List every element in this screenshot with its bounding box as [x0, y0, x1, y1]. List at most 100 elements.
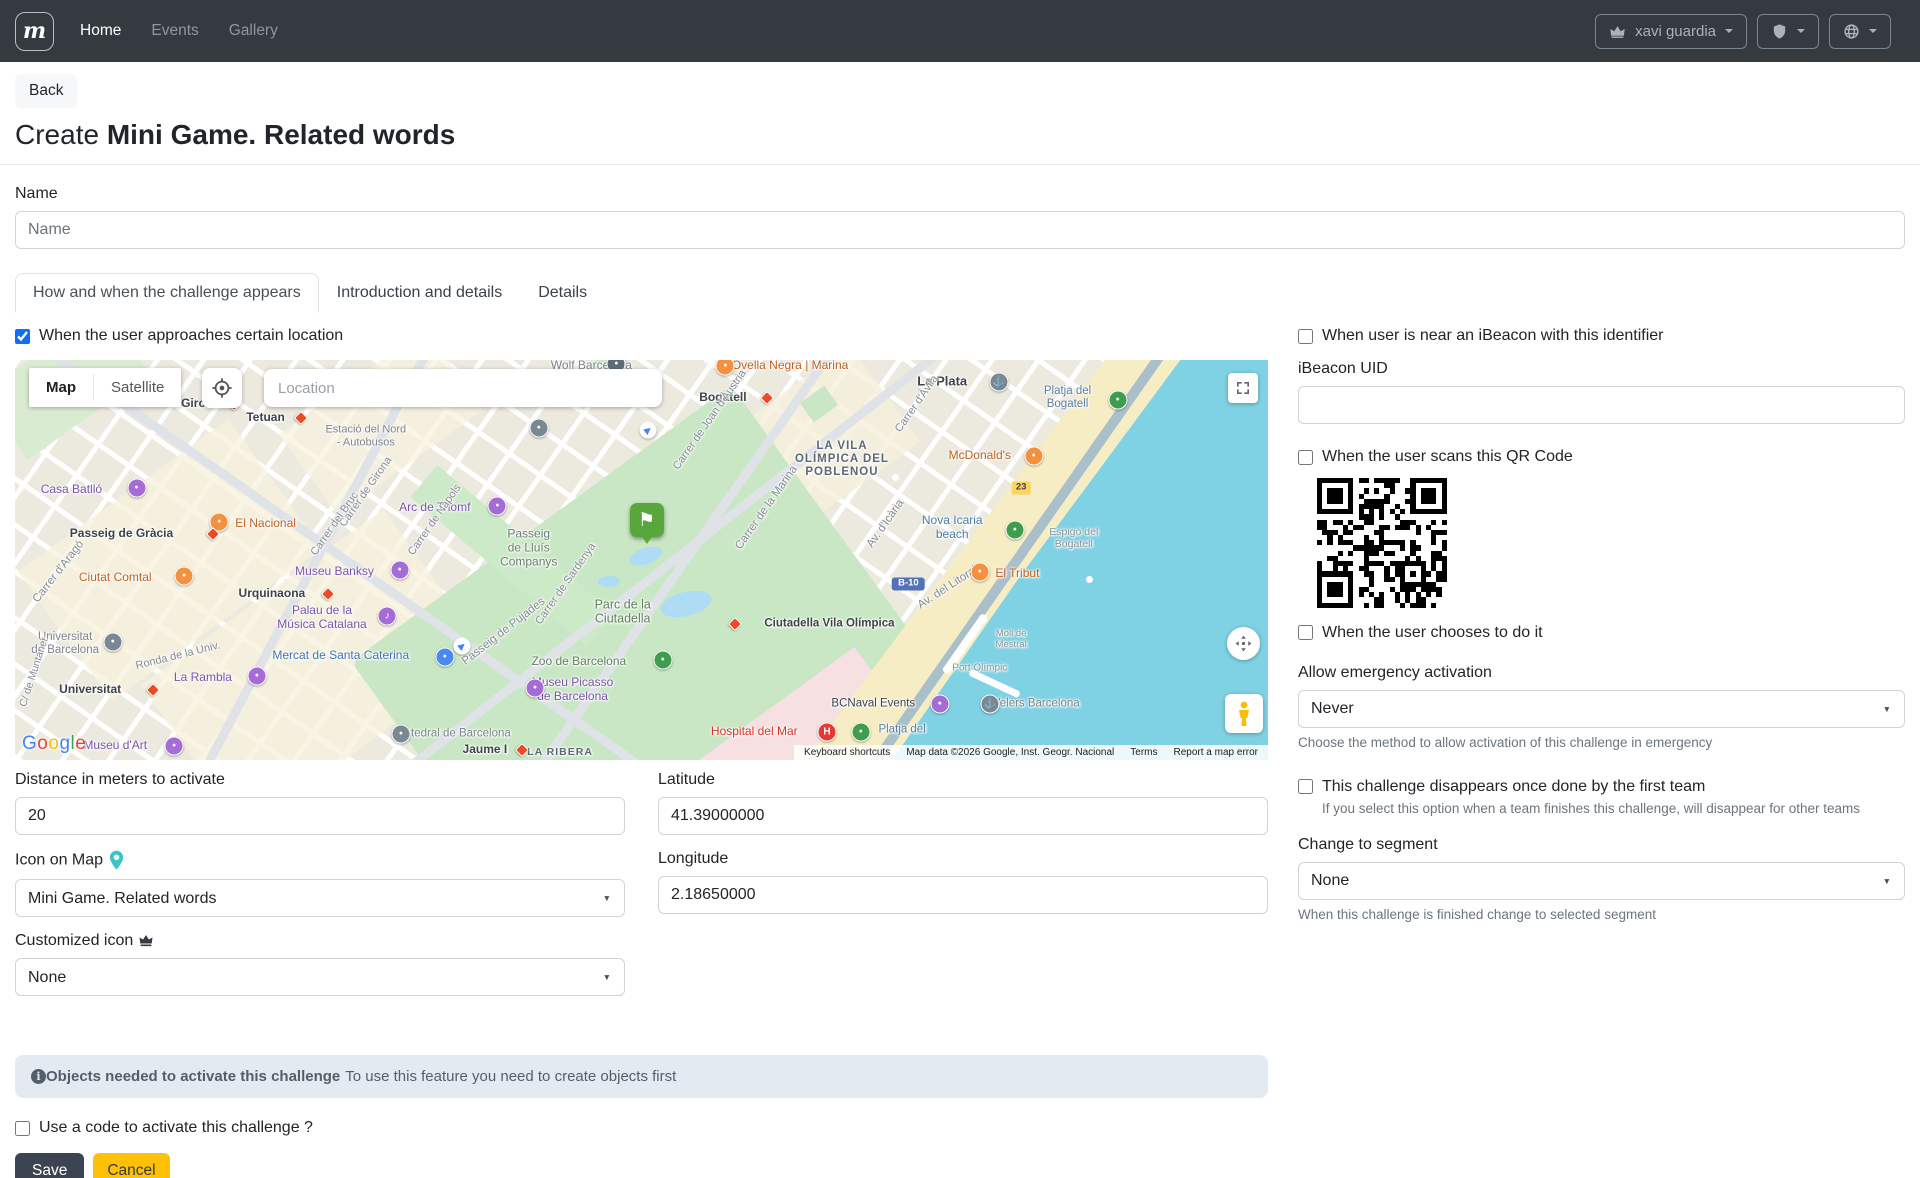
- segment-select[interactable]: None: [1298, 862, 1905, 900]
- left-column: When the user approaches certain locatio…: [15, 327, 1268, 1178]
- map-type-satellite-button[interactable]: Satellite: [94, 368, 181, 407]
- app-logo-glyph: m: [23, 18, 46, 44]
- chooses-row: When the user chooses to do it: [1298, 624, 1905, 642]
- qr-label: When the user scans this QR Code: [1322, 448, 1573, 466]
- street-view-pegman-button[interactable]: [1225, 694, 1263, 733]
- nav-link-home[interactable]: Home: [80, 22, 121, 40]
- fullscreen-button[interactable]: [1228, 373, 1258, 403]
- icon-on-map-label: Icon on Map: [15, 850, 625, 871]
- my-location-button[interactable]: [202, 368, 242, 408]
- map-poi-marker: ♪: [378, 607, 397, 626]
- customized-icon-select[interactable]: None: [15, 958, 625, 996]
- map-poi-marker: •: [247, 667, 266, 686]
- ibeacon-uid-input[interactable]: [1298, 386, 1905, 424]
- shield-icon: [1771, 23, 1788, 40]
- longitude-input[interactable]: [658, 876, 1268, 914]
- map-poi-marker: •: [165, 737, 184, 756]
- crown-icon: [138, 934, 154, 948]
- pan-control-button[interactable]: [1227, 627, 1260, 660]
- map-type-control: Map Satellite: [29, 368, 181, 407]
- geolocate-icon: [211, 377, 233, 399]
- cancel-button[interactable]: Cancel: [93, 1153, 169, 1178]
- ibeacon-uid-label: iBeacon UID: [1298, 360, 1905, 378]
- map-label: Tetuan: [246, 411, 284, 425]
- map-label: B-10: [892, 578, 925, 591]
- tab-how-and-when[interactable]: How and when the challenge appears: [15, 273, 319, 313]
- map-poi-marker: •: [653, 651, 672, 670]
- map-poi-marker: ▶: [639, 422, 656, 439]
- map-data-text: Map data ©2026 Google, Inst. Geogr. Naci…: [906, 747, 1114, 758]
- report-map-error-link[interactable]: Report a map error: [1174, 747, 1258, 758]
- use-code-label: Use a code to activate this challenge ?: [39, 1119, 313, 1137]
- icon-on-map-select-wrap: Mini Game. Related words: [15, 879, 625, 917]
- map-poi-marker: •: [1005, 521, 1024, 540]
- map-pin-icon: [108, 850, 125, 871]
- map-poi-marker: •: [930, 695, 949, 714]
- user-menu-button[interactable]: xavi guardia: [1595, 14, 1747, 49]
- map-pond: [598, 576, 620, 587]
- back-button[interactable]: Back: [15, 74, 77, 108]
- map-poi-marker: •: [175, 567, 194, 586]
- save-button[interactable]: Save: [15, 1153, 84, 1178]
- form-actions: Save Cancel: [15, 1153, 1268, 1178]
- language-menu-button[interactable]: [1829, 14, 1891, 49]
- qr-checkbox[interactable]: [1298, 450, 1313, 465]
- qr-row: When the user scans this QR Code: [1298, 448, 1905, 466]
- latitude-input[interactable]: [658, 797, 1268, 835]
- customized-icon-label: Customized icon: [15, 932, 625, 950]
- page-title: Create Mini Game. Related words: [15, 119, 1905, 151]
- map-poi-marker: •: [103, 633, 122, 652]
- info-icon: i: [31, 1069, 46, 1084]
- customized-icon-select-wrap: None: [15, 958, 625, 996]
- emergency-select[interactable]: Never: [1298, 690, 1905, 728]
- right-column: When user is near an iBeacon with this i…: [1298, 327, 1905, 1178]
- map-poi-marker: •: [488, 497, 507, 516]
- map-poi-marker: •: [1108, 391, 1127, 410]
- tab-introduction[interactable]: Introduction and details: [319, 273, 520, 313]
- pegman-icon: [1234, 701, 1254, 727]
- tab-details[interactable]: Details: [520, 273, 605, 313]
- map-poi-marker: •: [716, 360, 735, 376]
- challenge-location-flag-marker[interactable]: ⚑: [630, 503, 664, 537]
- admin-menu-button[interactable]: [1757, 14, 1819, 49]
- nav-link-gallery[interactable]: Gallery: [229, 22, 278, 40]
- approach-location-checkbox[interactable]: [15, 329, 30, 344]
- keyboard-shortcuts-link[interactable]: Keyboard shortcuts: [804, 747, 890, 758]
- nav-links: Home Events Gallery: [80, 22, 278, 40]
- navbar-actions: xavi guardia: [1595, 14, 1905, 49]
- map-poi-marker: ▶: [454, 638, 471, 655]
- segment-label: Change to segment: [1298, 836, 1905, 854]
- use-code-checkbox[interactable]: [15, 1121, 30, 1136]
- chooses-label: When the user chooses to do it: [1322, 624, 1543, 642]
- ibeacon-checkbox[interactable]: [1298, 329, 1313, 344]
- chooses-checkbox[interactable]: [1298, 625, 1313, 640]
- disappears-checkbox[interactable]: [1298, 779, 1313, 794]
- map-poi-marker: ⚓: [989, 373, 1008, 392]
- map-poi-marker: •: [435, 648, 454, 667]
- nav-link-events[interactable]: Events: [151, 22, 198, 40]
- ibeacon-label: When user is near an iBeacon with this i…: [1322, 327, 1664, 345]
- emergency-select-wrap: Never: [1298, 690, 1905, 728]
- map-poi-marker: •: [127, 479, 146, 498]
- map-poi-marker: H: [817, 723, 836, 742]
- map-location-search-input[interactable]: [264, 369, 662, 407]
- objects-alert-bold: Objects needed to activate this challeng…: [46, 1068, 340, 1085]
- map-label: Museu d'Art: [83, 739, 147, 753]
- objects-alert-text: To use this feature you need to create o…: [345, 1068, 676, 1085]
- longitude-label: Longitude: [658, 850, 1268, 868]
- disappears-row: This challenge disappears once done by t…: [1298, 778, 1905, 796]
- map-type-map-button[interactable]: Map: [29, 368, 93, 407]
- user-name: xavi guardia: [1635, 23, 1716, 40]
- terms-link[interactable]: Terms: [1130, 747, 1157, 758]
- chevron-down-icon: [1797, 29, 1805, 33]
- segment-select-wrap: None: [1298, 862, 1905, 900]
- google-map[interactable]: Wolf BarcelonaL'Ovella Negra | MarinaLa …: [15, 360, 1268, 760]
- distance-input[interactable]: [15, 797, 625, 835]
- map-poi-marker: ⚓: [980, 695, 999, 714]
- distance-label: Distance in meters to activate: [15, 771, 625, 789]
- pan-arrows-icon: [1234, 634, 1253, 653]
- segment-help: When this challenge is finished change t…: [1298, 907, 1905, 922]
- app-logo[interactable]: m: [15, 12, 54, 51]
- icon-on-map-select[interactable]: Mini Game. Related words: [15, 879, 625, 917]
- name-input[interactable]: [15, 211, 1905, 249]
